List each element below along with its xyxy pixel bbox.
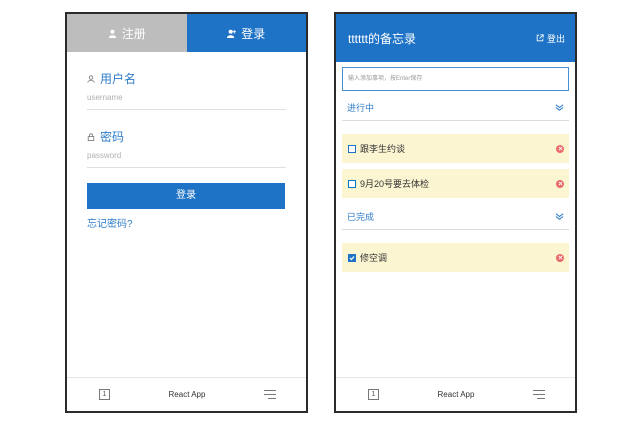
todo-checkbox[interactable] <box>348 144 356 153</box>
delete-icon[interactable] <box>556 253 564 262</box>
password-label-row: 密码 <box>87 128 286 145</box>
login-form: 用户名 密码 登录 忘记密码? <box>67 52 306 230</box>
lock-icon <box>87 132 95 141</box>
app-name: React App <box>168 390 206 399</box>
browser-bottom-bar: 1 React App <box>336 377 575 411</box>
password-label: 密码 <box>100 130 125 144</box>
tabs-count-button[interactable]: 1 <box>99 389 110 400</box>
in-progress-section-header: 进行中 <box>342 95 569 121</box>
tab-login[interactable]: 登录 <box>186 14 306 52</box>
username-field-group: 用户名 <box>87 52 286 110</box>
collapse-icon[interactable] <box>555 208 564 226</box>
todo-header: tttttt的备忘录 登出 <box>336 14 575 62</box>
user-plus-icon <box>227 29 237 38</box>
user-icon <box>108 29 116 38</box>
in-progress-title: 进行中 <box>347 103 375 113</box>
app-name: React App <box>437 390 475 399</box>
logout-label: 登出 <box>546 33 565 44</box>
delete-icon[interactable] <box>556 179 564 188</box>
browser-bottom-bar: 1 React App <box>67 377 306 411</box>
password-field-group: 密码 <box>87 110 286 168</box>
page-title: tttttt的备忘录 <box>348 31 417 46</box>
todo-text: 修空调 <box>360 253 388 263</box>
tab-register[interactable]: 注册 <box>67 14 187 52</box>
todo-item-content: 跟李生约谈 <box>348 142 405 155</box>
todo-item-content: 9月20号要去体检 <box>348 177 429 190</box>
login-button[interactable]: 登录 <box>87 183 285 209</box>
check-icon <box>349 255 355 260</box>
username-input[interactable] <box>87 93 286 102</box>
completed-section-header: 已完成 <box>342 204 569 230</box>
external-link-icon <box>536 34 544 42</box>
user-outline-icon <box>87 74 95 83</box>
username-label: 用户名 <box>100 72 137 86</box>
todo-phone-screen: tttttt的备忘录 登出 进行中 跟李生约谈 9月20号要去体检 已完成 <box>334 12 577 413</box>
forgot-password-link[interactable]: 忘记密码? <box>87 215 286 230</box>
delete-icon[interactable] <box>556 144 564 153</box>
todo-add-input[interactable] <box>342 67 569 91</box>
tabs-count-button[interactable]: 1 <box>368 389 379 400</box>
menu-icon[interactable] <box>263 390 276 399</box>
username-label-row: 用户名 <box>87 70 286 87</box>
todo-text: 跟李生约谈 <box>360 144 406 154</box>
todo-checkbox[interactable] <box>348 179 356 188</box>
logout-button[interactable]: 登出 <box>536 32 565 45</box>
tab-register-label: 注册 <box>121 26 146 41</box>
todo-item[interactable]: 9月20号要去体检 <box>342 169 569 198</box>
password-input[interactable] <box>87 151 286 160</box>
tab-login-label: 登录 <box>241 26 266 41</box>
menu-icon[interactable] <box>532 390 545 399</box>
completed-title: 已完成 <box>347 212 375 222</box>
collapse-icon[interactable] <box>555 99 564 117</box>
todo-text: 9月20号要去体检 <box>360 179 430 189</box>
todo-item[interactable]: 跟李生约谈 <box>342 134 569 163</box>
todo-item-completed[interactable]: 修空调 <box>342 243 569 272</box>
todo-checkbox-checked[interactable] <box>348 253 356 262</box>
todo-item-content: 修空调 <box>348 251 387 264</box>
auth-tabs: 注册 登录 <box>67 14 306 52</box>
login-phone-screen: 注册 登录 用户名 密码 登录 忘记密码? 1 React App <box>65 12 308 413</box>
